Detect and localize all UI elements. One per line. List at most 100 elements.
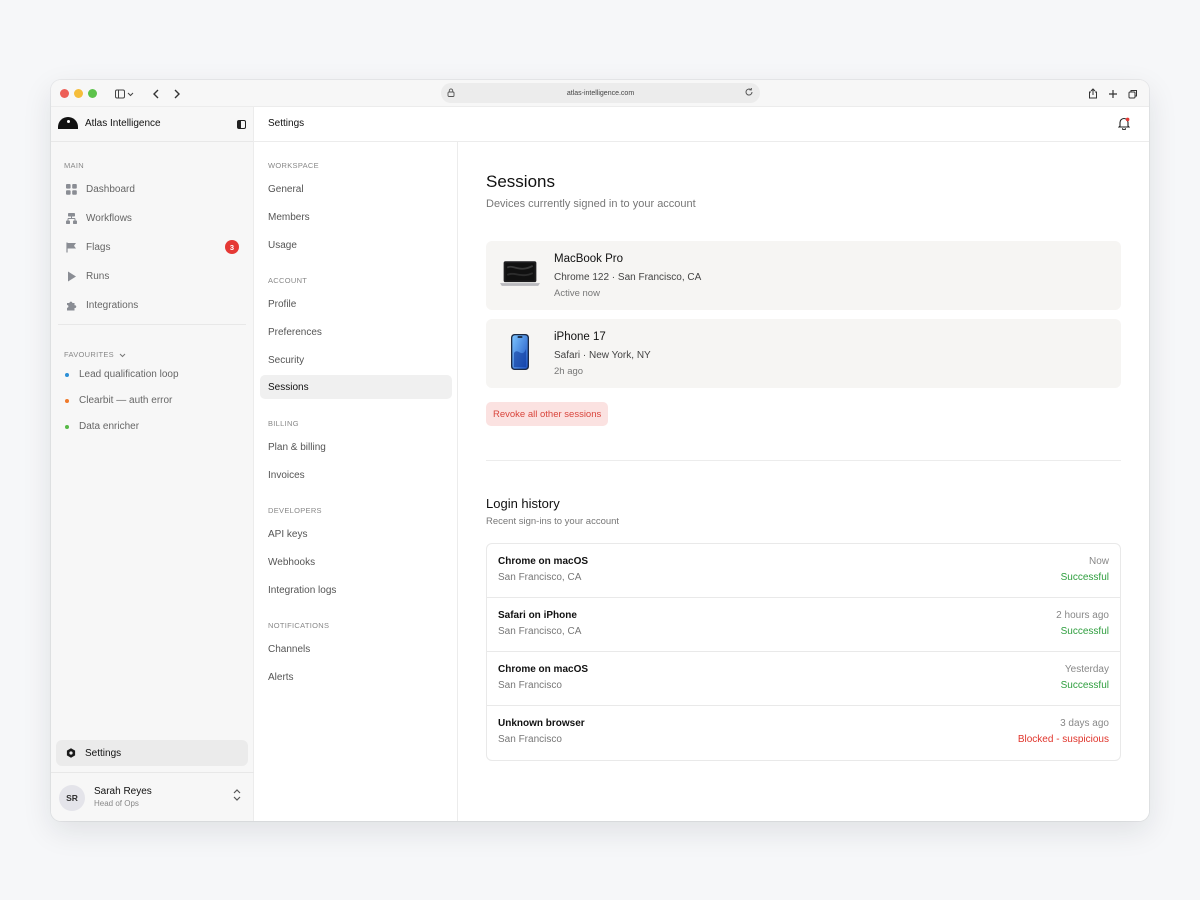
device-name: iPhone 17 <box>554 331 606 343</box>
sidebar-item-settings[interactable]: Settings <box>56 740 248 766</box>
login-status: Successful <box>1060 626 1109 637</box>
subnav-item-api-keys[interactable]: API keys <box>260 522 452 546</box>
subnav-item-label: API keys <box>268 528 308 540</box>
user-name: Sarah Reyes <box>94 786 152 797</box>
play-icon <box>66 271 77 282</box>
user-menu[interactable]: SR Sarah Reyes Head of Ops <box>51 772 254 821</box>
brand[interactable]: Atlas Intelligence <box>58 117 161 129</box>
login-browser: Chrome on macOS <box>498 556 589 567</box>
sidebar-item-workflows[interactable]: Workflows <box>58 207 248 229</box>
login-location: San Francisco, CA <box>498 572 582 583</box>
sidebar-item-label: Settings <box>85 747 122 759</box>
close-window-button[interactable] <box>60 89 69 98</box>
subnav-item-sessions[interactable]: Sessions <box>260 375 452 399</box>
laptop-icon <box>500 255 540 293</box>
subnav-item-webhooks[interactable]: Webhooks <box>260 550 452 574</box>
subnav-item-label: Alerts <box>268 671 294 683</box>
login-time: Now <box>1088 556 1109 567</box>
subnav-item-plan-billing[interactable]: Plan & billing <box>260 435 452 459</box>
favourite-label: Data enricher <box>79 421 140 432</box>
favourite-item[interactable]: Lead qualification loop <box>65 369 179 380</box>
login-history-title: Login history <box>486 496 560 511</box>
login-time: 2 hours ago <box>1056 610 1109 621</box>
subnav-item-members[interactable]: Members <box>260 205 452 229</box>
subnav-item-invoices[interactable]: Invoices <box>260 463 452 487</box>
app-sidebar: Atlas Intelligence MAIN Dashboard Workfl… <box>51 107 254 821</box>
subnav-item-label: Members <box>268 211 310 223</box>
browser-toolbar: atlas-intelligence.com <box>51 80 1149 107</box>
subnav-item-profile[interactable]: Profile <box>260 292 452 316</box>
subnav-item-security[interactable]: Security <box>260 348 452 372</box>
section-divider <box>486 460 1121 461</box>
subnav-group-label: ACCOUNT <box>268 276 308 285</box>
browser-window: atlas-intelligence.com Atlas Intelligenc… <box>51 80 1149 821</box>
forward-icon[interactable] <box>173 86 181 101</box>
favourite-color-dot <box>65 372 69 377</box>
subnav-item-preferences[interactable]: Preferences <box>260 320 452 344</box>
login-status: Successful <box>1060 572 1109 583</box>
sidebar-item-label: Integrations <box>86 299 139 311</box>
user-role: Head of Ops <box>94 799 139 808</box>
subnav-item-general[interactable]: General <box>260 177 452 201</box>
address-bar[interactable]: atlas-intelligence.com <box>441 83 760 103</box>
subnav-item-integration-logs[interactable]: Integration logs <box>260 578 452 602</box>
chevron-up-down-icon <box>233 789 241 802</box>
sidebar-item-integrations[interactable]: Integrations <box>58 294 248 316</box>
favourite-label: Lead qualification loop <box>79 369 179 380</box>
sidebar-item-runs[interactable]: Runs <box>58 265 248 287</box>
sidebar-item-dashboard[interactable]: Dashboard <box>58 178 248 200</box>
sidebar-item-flags[interactable]: Flags 3 <box>58 236 248 258</box>
subnav-item-label: Invoices <box>268 469 305 481</box>
revoke-sessions-button[interactable]: Revoke all other sessions <box>486 402 609 426</box>
subnav-item-label: Webhooks <box>268 556 316 568</box>
reload-icon[interactable] <box>744 87 754 99</box>
login-location: San Francisco <box>498 680 562 691</box>
puzzle-icon <box>66 300 77 311</box>
login-history-table: Chrome on macOS San Francisco, CA Now Su… <box>486 543 1121 761</box>
favourite-color-dot <box>65 398 69 403</box>
login-location: San Francisco <box>498 734 562 745</box>
subnav-group-label: BILLING <box>268 419 299 428</box>
subnav-item-label: Profile <box>268 298 297 310</box>
session-card[interactable]: MacBook Pro Chrome 122 · San Francisco, … <box>486 241 1121 310</box>
sessions-subtitle: Devices currently signed in to your acco… <box>486 198 696 210</box>
workflow-icon <box>66 212 77 224</box>
bell-icon[interactable] <box>1117 117 1131 135</box>
phone-icon <box>500 333 540 371</box>
maximize-window-button[interactable] <box>88 89 97 98</box>
sidebar-item-label: Runs <box>86 270 110 282</box>
subnav-group-label: DEVELOPERS <box>268 506 322 515</box>
flags-count-badge: 3 <box>225 240 239 254</box>
favourite-item[interactable]: Data enricher <box>65 421 139 432</box>
login-status: Blocked - suspicious <box>1017 734 1109 745</box>
lock-icon <box>447 88 455 99</box>
subnav-item-alerts[interactable]: Alerts <box>260 665 452 689</box>
subnav-item-label: Preferences <box>268 326 322 338</box>
device-name: MacBook Pro <box>554 253 624 265</box>
subnav-item-label: Security <box>268 354 305 366</box>
sidebar-toggle-icon[interactable] <box>115 86 135 101</box>
table-row: Safari on iPhone San Francisco, CA 2 hou… <box>487 598 1120 652</box>
tabs-overview-icon[interactable] <box>1128 86 1138 101</box>
main-content: Sessions Devices currently signed in to … <box>458 142 1149 821</box>
favourite-label: Clearbit — auth error <box>79 395 173 406</box>
device-last-active: Active now <box>554 288 600 299</box>
collapse-sidebar-icon[interactable] <box>237 120 246 129</box>
subnav-item-channels[interactable]: Channels <box>260 637 452 661</box>
main-section-label: MAIN <box>64 161 84 170</box>
session-card[interactable]: iPhone 17 Safari · New York, NY 2h ago <box>486 319 1121 388</box>
login-time: 3 days ago <box>1060 718 1109 729</box>
favourite-item[interactable]: Clearbit — auth error <box>65 395 172 406</box>
favourites-toggle[interactable]: FAVOURITES <box>64 345 126 363</box>
minimize-window-button[interactable] <box>74 89 83 98</box>
back-icon[interactable] <box>152 86 160 101</box>
table-row: Chrome on macOS San Francisco, CA Now Su… <box>487 544 1120 598</box>
new-tab-icon[interactable] <box>1108 86 1118 101</box>
subnav-item-usage[interactable]: Usage <box>260 233 452 257</box>
device-browser: Chrome 122 · San Francisco, CA <box>554 272 702 283</box>
login-time: Yesterday <box>1064 664 1109 675</box>
share-icon[interactable] <box>1088 86 1098 101</box>
url-text: atlas-intelligence.com <box>566 89 635 97</box>
content-header: Settings <box>254 107 1149 142</box>
table-row: Chrome on macOS San Francisco Yesterday … <box>487 652 1120 706</box>
